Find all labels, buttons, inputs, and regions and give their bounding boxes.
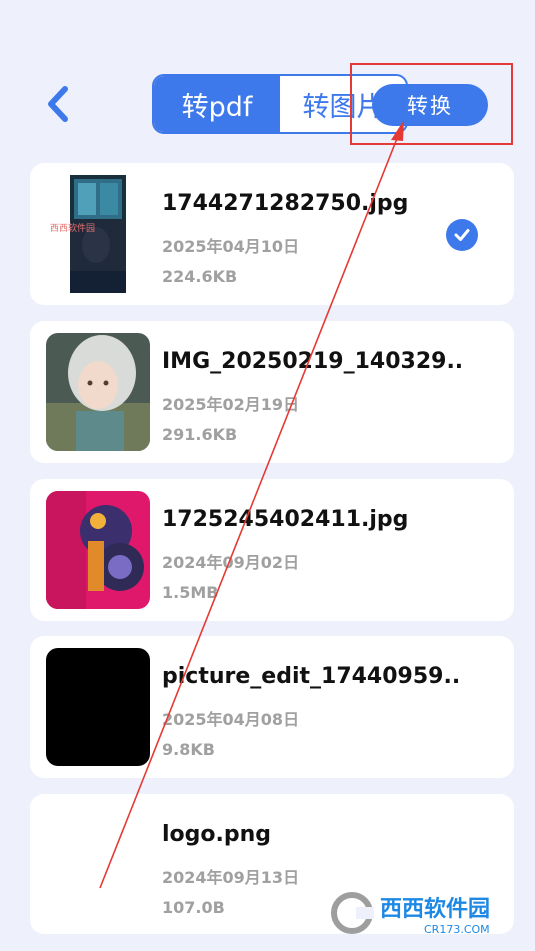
list-item[interactable]: 1725245402411.jpg 2024年09月02日 1.5MB [30,479,514,621]
thumbnail-image: 西西软件园 [46,175,150,293]
file-size: 107.0B [162,898,225,917]
thumbnail-image [46,806,150,924]
watermark-text: 西西软件园 [380,896,491,922]
checkmark-icon[interactable] [446,219,478,251]
list-item[interactable]: picture_edit_17440959... 2025年04月08日 9.8… [30,636,514,778]
chevron-left-icon [48,86,68,122]
list-item[interactable]: 西西软件园 1744271282750.jpg 2025年04月10日 224.… [30,163,514,305]
file-name: IMG_20250219_140329... [162,349,462,374]
back-button[interactable] [38,82,78,126]
file-name: 1725245402411.jpg [162,507,409,532]
file-date: 2024年09月13日 [162,868,300,887]
file-name: logo.png [162,822,272,847]
file-date: 2025年04月08日 [162,710,300,729]
watermark-subtext: CR173.COM [424,922,490,936]
thumbnail-watermark: 西西软件园 [50,224,96,234]
thumbnail-image [46,333,150,451]
file-date: 2024年09月02日 [162,553,300,572]
file-date: 2025年02月19日 [162,395,300,414]
file-size: 9.8KB [162,740,215,759]
watermark-logo-icon [331,892,374,934]
file-size: 224.6KB [162,267,238,286]
file-name: picture_edit_17440959... [162,664,462,689]
tab-to-pdf[interactable]: 转pdf [154,76,280,132]
annotation-highlight-box [350,63,513,145]
file-name: 1744271282750.jpg [162,191,409,216]
thumbnail-image [46,491,150,609]
site-watermark: 西西软件园 CR173.COM [330,880,530,946]
list-item[interactable]: IMG_20250219_140329... 2025年02月19日 291.6… [30,321,514,463]
file-date: 2025年04月10日 [162,237,300,256]
file-size: 291.6KB [162,425,238,444]
thumbnail-image [46,648,150,766]
file-size: 1.5MB [162,583,219,602]
